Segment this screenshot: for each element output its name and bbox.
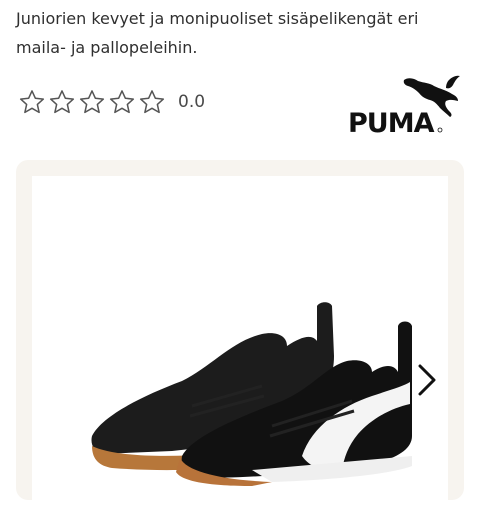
- star-icon: [109, 90, 135, 114]
- product-gallery: [16, 160, 464, 506]
- rating: 0.0: [18, 88, 205, 116]
- product-image[interactable]: [72, 286, 412, 486]
- rating-value: 0.0: [178, 92, 206, 112]
- product-description: Juniorien kevyet ja monipuoliset sisäpel…: [16, 9, 419, 57]
- star-icon: [49, 90, 75, 114]
- chevron-right-icon[interactable]: [412, 360, 440, 400]
- rating-stars: [18, 88, 166, 116]
- brand-logo[interactable]: PUMA: [348, 74, 464, 138]
- product-image-frame[interactable]: [32, 176, 448, 506]
- brand-wordmark: PUMA: [348, 108, 435, 138]
- star-icon: [19, 90, 45, 114]
- star-icon: [79, 90, 105, 114]
- star-icon: [139, 90, 165, 114]
